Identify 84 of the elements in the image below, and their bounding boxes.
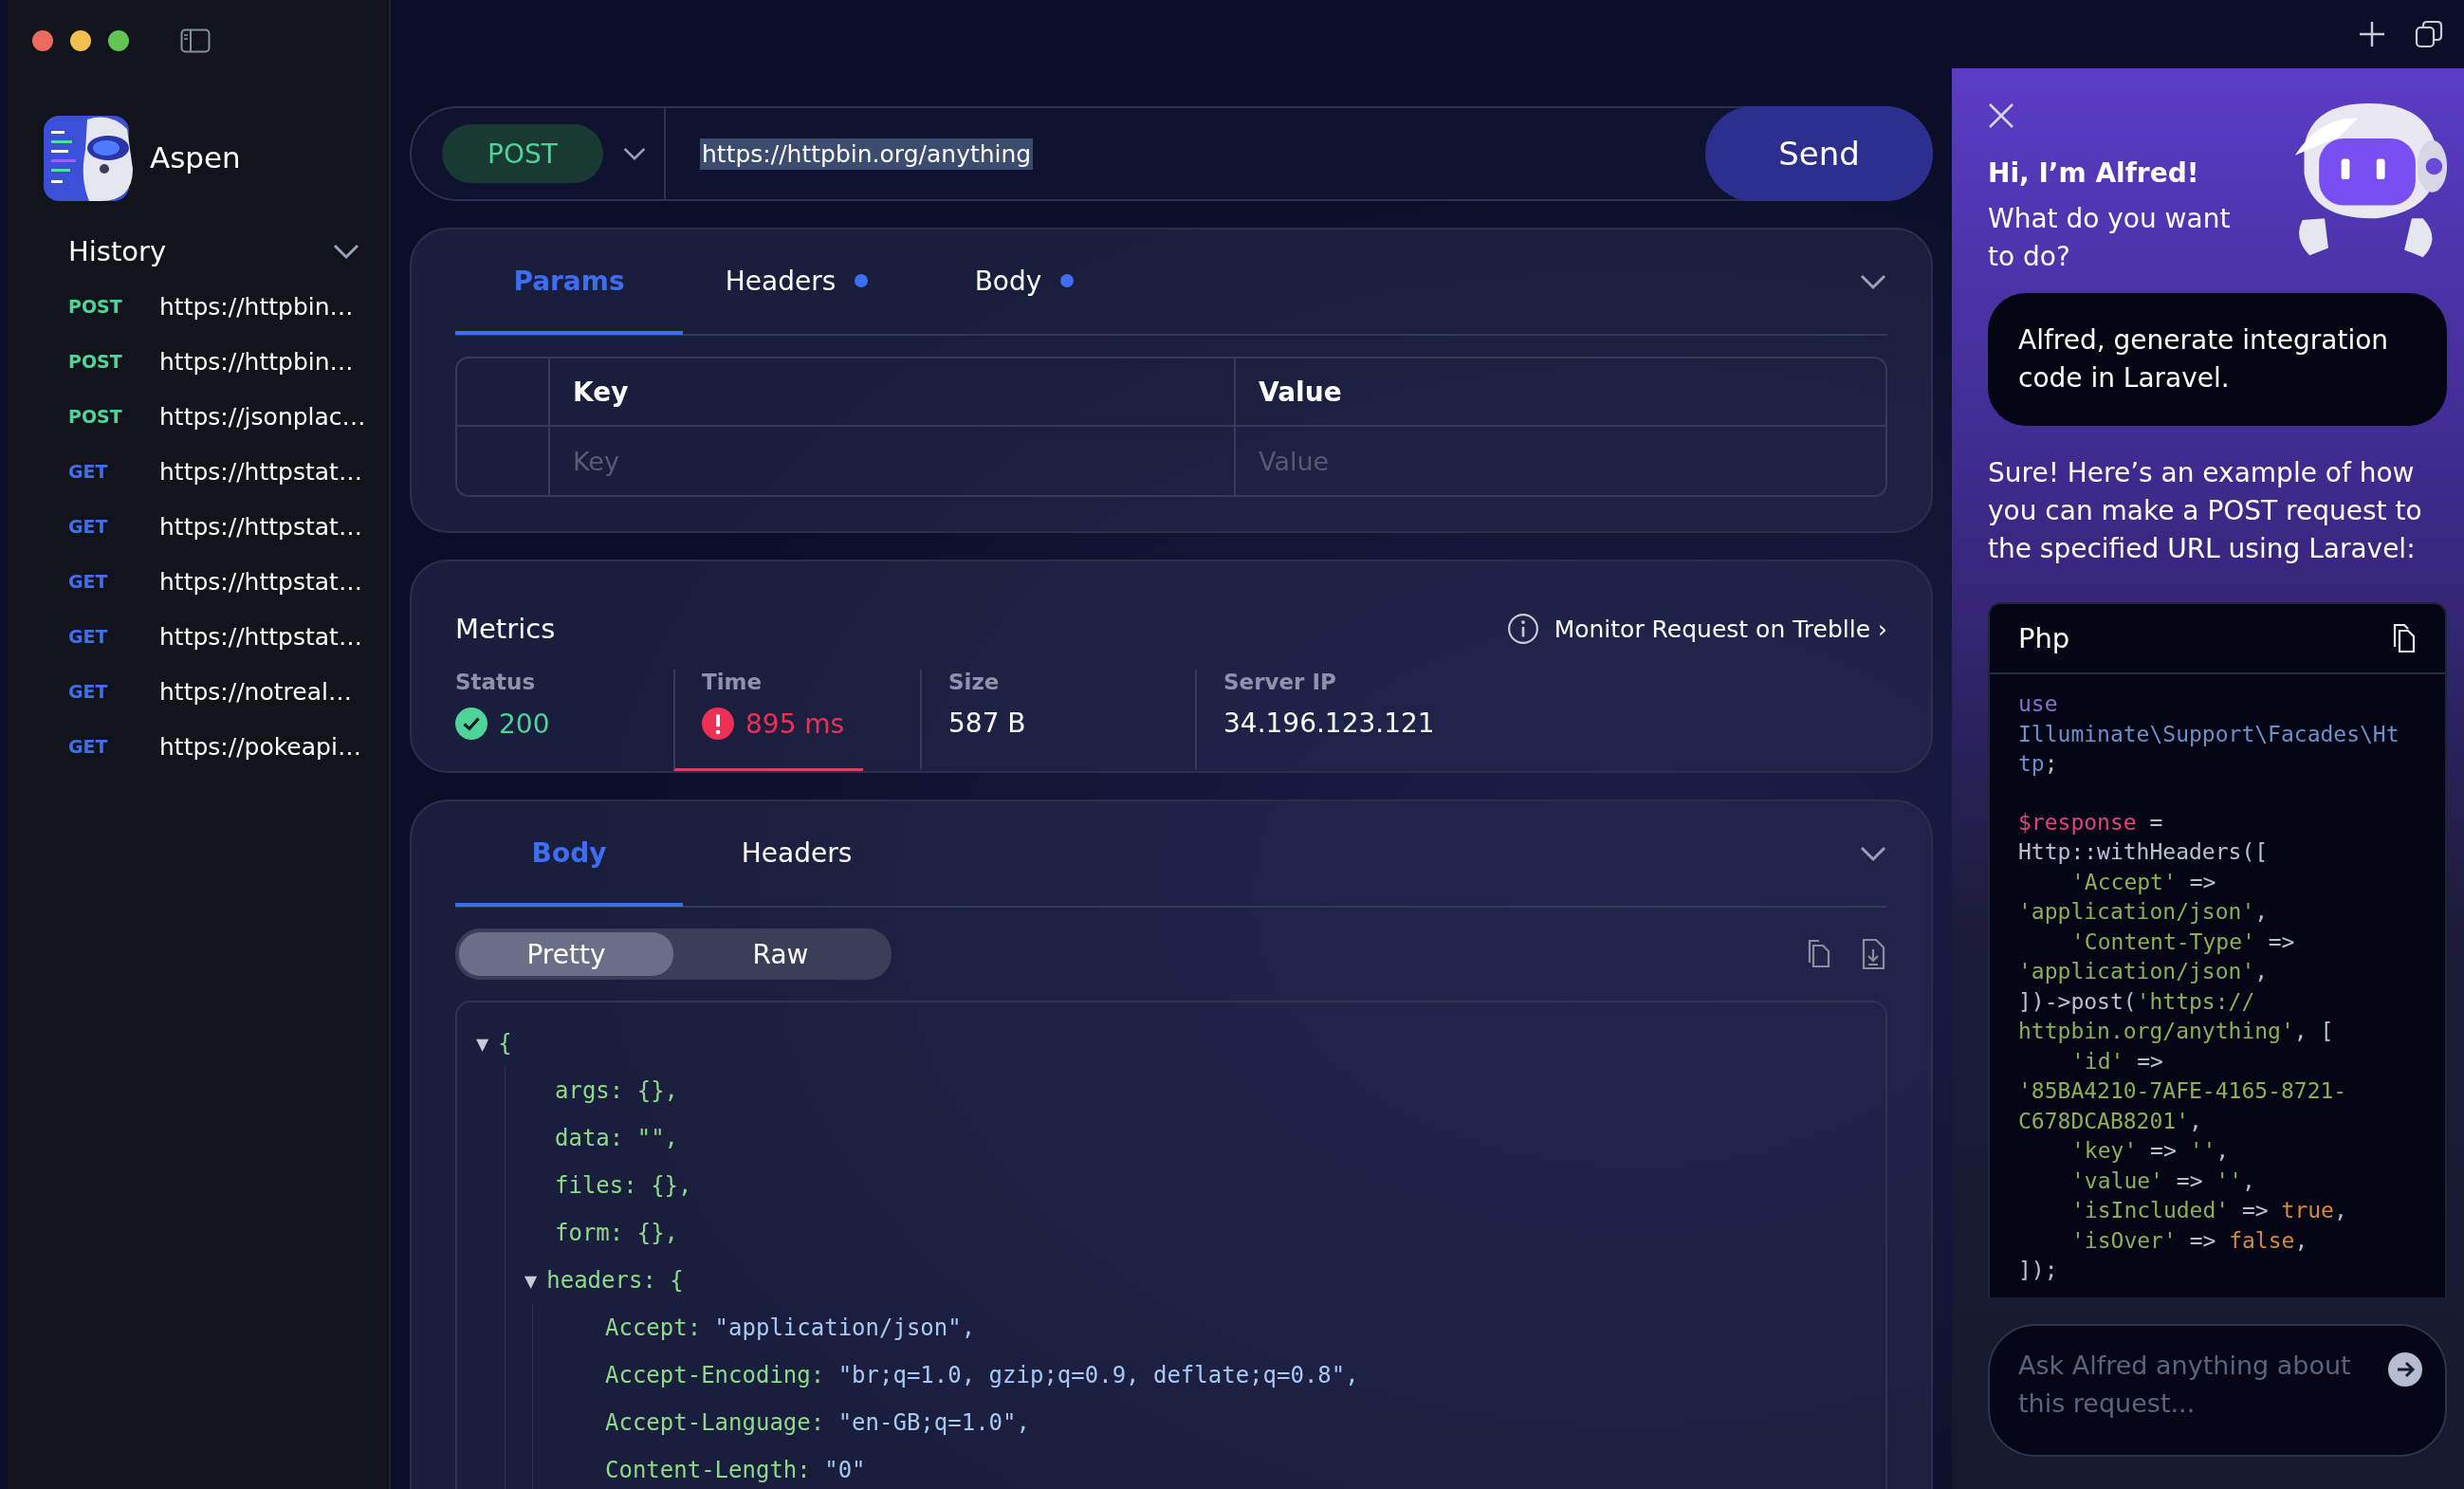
- info-icon: [1506, 613, 1539, 645]
- code-line: 'Content-Type' =>: [2070, 928, 2296, 956]
- json-line: Accept-Language: "en-GB;q=1.0",: [605, 1409, 1030, 1436]
- code-line: Illuminate\Support\Facades\Ht: [2018, 720, 2400, 748]
- history-item[interactable]: POST https://jsonplac…: [15, 389, 389, 444]
- history-item[interactable]: POST https://httpbin…: [15, 279, 389, 334]
- column-header: Value: [1259, 376, 1342, 408]
- response-tab[interactable]: Body: [455, 802, 683, 907]
- chevron-down-icon[interactable]: [1859, 845, 1887, 862]
- json-line: args: {},: [555, 1077, 679, 1104]
- history-item[interactable]: GET https://pokeapi…: [15, 719, 389, 774]
- windows-icon[interactable]: [2415, 20, 2443, 48]
- metric-value: 34.196.123.121: [1223, 708, 1435, 739]
- history-item[interactable]: GET https://httpstat…: [15, 554, 389, 609]
- metric-value: 587 B: [948, 708, 1026, 739]
- close-icon[interactable]: [1988, 102, 2014, 129]
- request-tab[interactable]: Body: [910, 230, 1138, 335]
- assistant-greeting: Hi, I’m Alfred!: [1988, 157, 2200, 189]
- code-line: 'key' => '',: [2070, 1137, 2231, 1165]
- code-line: 'application/json',: [2018, 958, 2270, 985]
- zoom-window-button[interactable]: [108, 30, 129, 51]
- code-line: 'Accept' =>: [2070, 868, 2217, 896]
- user-message: Alfred, generate integration code in Laravel.: [1988, 293, 2447, 426]
- chevron-down-icon[interactable]: [332, 243, 360, 260]
- monitor-link[interactable]: Monitor Request on Treblle ›: [1506, 613, 1887, 645]
- json-line: headers: {: [546, 1267, 684, 1294]
- metric-value: 895 ms: [745, 708, 845, 740]
- app-name: Aspen: [150, 140, 241, 175]
- response-tab[interactable]: Headers: [683, 802, 910, 907]
- code-language: Php: [2018, 622, 2070, 654]
- chevron-down-icon[interactable]: [1859, 273, 1887, 290]
- view-mode-option[interactable]: Raw: [673, 932, 888, 976]
- history-item[interactable]: POST https://httpbin…: [15, 334, 389, 389]
- code-line: 'value' => '',: [2070, 1167, 2256, 1195]
- metric-label: Size: [948, 670, 1001, 694]
- json-line: Accept-Encoding: "br;q=1.0, gzip;q=0.9, deflate;q=0.8",: [605, 1362, 1359, 1388]
- send-button[interactable]: Send: [1705, 106, 1933, 201]
- json-line: Accept: "application/json",: [605, 1314, 976, 1341]
- assistant-question: What do you want to do?: [1988, 202, 2232, 274]
- url-field[interactable]: https://httpbin.org/anything: [700, 138, 1034, 170]
- minimize-window-button[interactable]: [70, 30, 91, 51]
- json-line: data: "",: [555, 1125, 679, 1151]
- json-line: form: {},: [555, 1220, 679, 1246]
- code-line: httpbin.org/anything', [: [2018, 1018, 2335, 1045]
- metrics-title: Metrics: [455, 613, 556, 645]
- view-mode-option[interactable]: Pretty: [459, 932, 673, 976]
- code-line: 'isIncluded' => true,: [2070, 1197, 2348, 1224]
- code-line: ])->post('https://: [2018, 987, 2256, 1016]
- code-line: '85BA4210-7AFE-4165-8721-: [2018, 1077, 2348, 1105]
- collapse-toggle[interactable]: ▼: [524, 1268, 538, 1293]
- method-selector[interactable]: POST: [442, 124, 603, 183]
- history-item[interactable]: GET https://httpstat…: [15, 499, 389, 554]
- metric-label: Status: [455, 670, 537, 694]
- metric-value: 200: [499, 708, 550, 740]
- code-line: 'application/json',: [2018, 898, 2270, 926]
- column-header: Key: [573, 376, 629, 408]
- history-item[interactable]: GET https://httpstat…: [15, 444, 389, 499]
- code-line: $response =: [2018, 808, 2164, 836]
- chevron-down-icon[interactable]: [622, 146, 647, 161]
- json-line: files: {},: [555, 1172, 692, 1199]
- ask-field[interactable]: Ask Alfred anything about this request...: [1988, 1323, 2447, 1457]
- metric-label: Server IP: [1223, 670, 1337, 694]
- code-line: 'isOver' => false,: [2070, 1226, 2309, 1255]
- code-line: ]);: [2018, 1257, 2059, 1284]
- code-line: Http::withHeaders([: [2018, 838, 2270, 866]
- request-tab[interactable]: Params: [455, 230, 683, 335]
- history-item[interactable]: GET https://httpstat…: [15, 609, 389, 664]
- close-window-button[interactable]: [32, 30, 53, 51]
- json-line: Content-Length: "0": [605, 1457, 866, 1483]
- table-input-field[interactable]: Value: [1259, 446, 1823, 476]
- plus-icon[interactable]: [2358, 20, 2386, 48]
- history-title: History: [68, 235, 167, 267]
- table-input-field[interactable]: Key: [573, 446, 1168, 476]
- code-line: C678DCAB8201',: [2018, 1107, 2203, 1135]
- assistant-reply: Sure! Here’s an example of how you can make a POST request to the specified URL using Laravel:: [1988, 456, 2423, 566]
- json-line: {: [498, 1030, 512, 1057]
- code-line: tp;: [2018, 750, 2059, 778]
- history-item[interactable]: GET https://notreal…: [15, 664, 389, 719]
- code-line: use: [2018, 690, 2059, 718]
- collapse-toggle[interactable]: ▼: [476, 1031, 489, 1056]
- metric-label: Time: [702, 670, 763, 694]
- code-line: 'id' =>: [2070, 1047, 2164, 1075]
- sidebar-toggle-icon[interactable]: [180, 28, 211, 53]
- request-tab[interactable]: Headers: [683, 230, 910, 335]
